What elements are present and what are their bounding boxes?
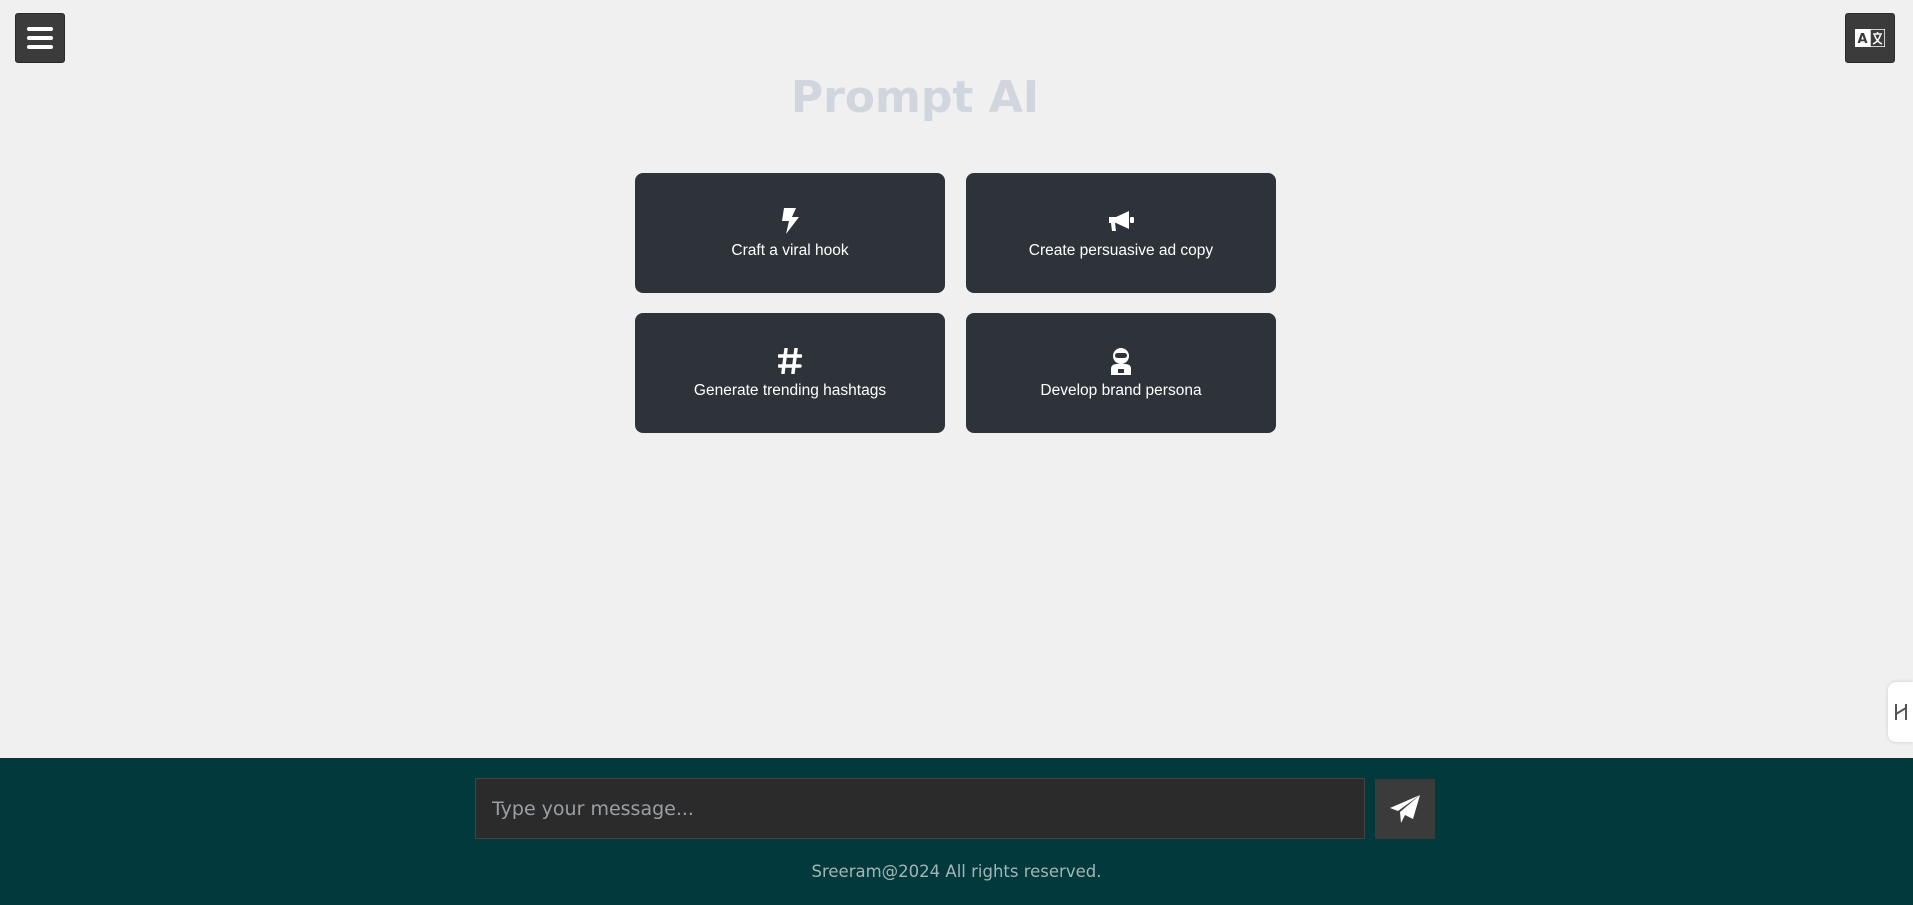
card-label: Craft a viral hook xyxy=(731,242,849,259)
page-title: Prompt AI xyxy=(790,72,1040,123)
megaphone-icon xyxy=(1109,211,1134,231)
card-label: Generate trending hashtags xyxy=(693,382,887,399)
prompt-cards: Craft a viral hook Create persuasive ad … xyxy=(635,173,1276,433)
card-hashtags[interactable]: Generate trending hashtags xyxy=(635,313,945,433)
footer: Sreeram@2024 All rights reserved. xyxy=(0,758,1913,905)
menu-button[interactable] xyxy=(15,13,65,63)
card-label: Create persuasive ad copy xyxy=(1028,242,1214,259)
hamburger-icon xyxy=(27,27,53,31)
bolt-icon xyxy=(782,208,799,234)
card-ad-copy[interactable]: Create persuasive ad copy xyxy=(966,173,1276,293)
card-viral-hook[interactable]: Craft a viral hook xyxy=(635,173,945,293)
language-button[interactable]: A xyxy=(1845,13,1895,63)
card-label: Develop brand persona xyxy=(1040,382,1202,399)
message-input[interactable] xyxy=(475,778,1365,839)
hamburger-icon-line xyxy=(27,36,53,40)
paper-plane-icon xyxy=(1390,795,1420,823)
translate-icon: A xyxy=(1855,29,1885,47)
svg-text:A: A xyxy=(1857,32,1867,47)
extension-icon xyxy=(1894,704,1907,720)
copyright-text: Sreeram@2024 All rights reserved. xyxy=(811,862,1102,881)
side-extension-tab[interactable] xyxy=(1888,682,1913,742)
hashtag-icon xyxy=(778,348,802,374)
astronaut-icon xyxy=(1111,348,1131,375)
send-button[interactable] xyxy=(1375,779,1435,839)
page: A Prompt AI Craft a viral hook Create pe… xyxy=(0,0,1913,905)
card-brand-persona[interactable]: Develop brand persona xyxy=(966,313,1276,433)
hamburger-icon-line xyxy=(27,45,53,49)
